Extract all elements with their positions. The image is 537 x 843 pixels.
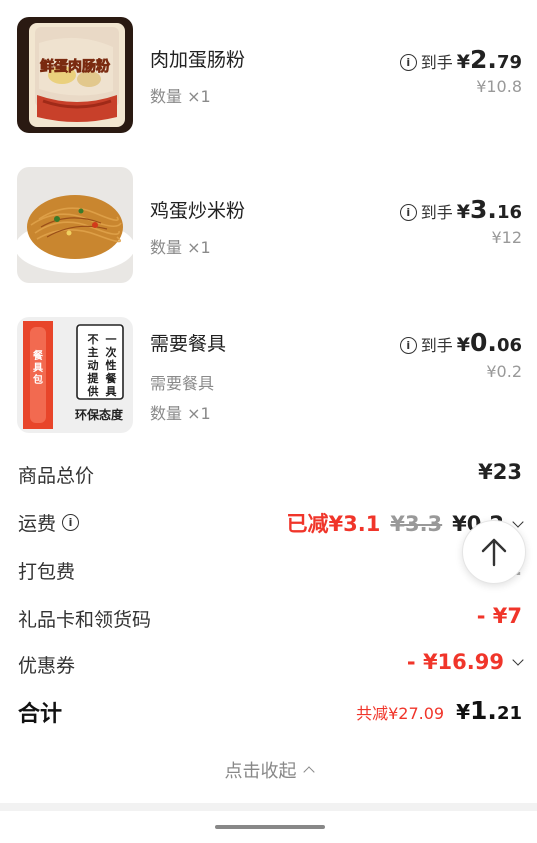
- collapse-label: 点击收起: [224, 761, 297, 782]
- thumb-text: 鲜蛋肉肠粉: [40, 58, 110, 75]
- svg-text:环保态度: 环保态度: [75, 407, 124, 422]
- price-currency: ¥: [456, 51, 471, 73]
- total-saved: 共减¥27.09: [356, 704, 445, 723]
- item-price: i 到手 ¥ 3. 16: [399, 195, 522, 224]
- item-qty: 数量 ×1: [150, 87, 211, 106]
- total-row: 合计 共减¥27.09 ¥ 1. 21: [0, 694, 537, 738]
- price-currency: ¥: [456, 334, 471, 356]
- total-currency: ¥: [456, 700, 471, 724]
- price-prefix: 到手: [420, 336, 453, 355]
- chevron-down-icon[interactable]: [512, 516, 524, 528]
- item-title: 肉加蛋肠粉: [150, 49, 246, 71]
- order-item[interactable]: 鸡蛋炒米粉 数量 ×1 i 到手 ¥ 3. 16 ¥12: [0, 166, 537, 286]
- info-icon[interactable]: i: [399, 337, 417, 354]
- packing-label: 打包费: [18, 561, 76, 583]
- packing-fee-row: 打包费 ¥2: [0, 554, 537, 594]
- price-decimal: 06: [496, 335, 522, 356]
- giftcard-label: 礼品卡和领货码: [18, 609, 152, 631]
- product-image: 鲜蛋肉肠粉: [17, 17, 133, 133]
- svg-text:一: 一: [106, 333, 117, 346]
- svg-text:不: 不: [88, 333, 99, 346]
- shipping-row[interactable]: 运费 i 已减¥3.1 ¥3.3 ¥0.2: [0, 506, 537, 546]
- collapse-toggle[interactable]: 点击收起: [0, 757, 537, 783]
- original-price: ¥0.2: [486, 362, 522, 381]
- original-price: ¥10.8: [476, 77, 522, 96]
- svg-text:餐: 餐: [105, 371, 118, 385]
- svg-text:具: 具: [32, 362, 43, 374]
- item-qty: 数量 ×1: [150, 238, 211, 257]
- info-icon[interactable]: i: [399, 204, 417, 221]
- coupon-label: 优惠券: [18, 655, 76, 677]
- total-label: 合计: [18, 702, 63, 727]
- shipping-original: ¥3.3: [390, 512, 443, 536]
- giftcard-row[interactable]: 礼品卡和领货码 - ¥7: [0, 602, 537, 642]
- goods-total-value: ¥23: [478, 460, 522, 484]
- price-integer: 3.: [470, 195, 497, 224]
- coupon-row[interactable]: 优惠券 - ¥16.99: [0, 648, 537, 688]
- svg-text:主: 主: [88, 345, 99, 359]
- chevron-down-icon[interactable]: [512, 654, 524, 666]
- original-price: ¥12: [491, 228, 522, 247]
- arrow-up-icon: [481, 538, 507, 567]
- section-divider: [0, 803, 537, 811]
- info-icon[interactable]: i: [399, 54, 417, 71]
- item-spec: 需要餐具: [150, 374, 215, 393]
- back-to-top-button[interactable]: [462, 520, 526, 584]
- price-decimal: 79: [496, 52, 522, 73]
- svg-text:动: 动: [88, 358, 99, 372]
- shipping-discount: 已减¥3.1: [286, 512, 381, 536]
- svg-text:提: 提: [88, 371, 100, 385]
- price-prefix: 到手: [420, 203, 453, 222]
- product-image: [17, 167, 133, 283]
- goods-total-row: 商品总价 ¥23: [0, 458, 537, 498]
- item-title: 鸡蛋炒米粉: [150, 200, 246, 222]
- item-price: i 到手 ¥ 2. 79: [399, 45, 522, 74]
- order-item[interactable]: 鲜蛋肉肠粉 肉加蛋肠粉 数量 ×1 i 到手 ¥ 2. 79 ¥10.8: [0, 15, 537, 135]
- price-decimal: 16: [496, 202, 522, 223]
- svg-text:性: 性: [106, 358, 117, 372]
- goods-total-label: 商品总价: [18, 465, 95, 487]
- item-price: i 到手 ¥ 0. 06: [399, 328, 522, 357]
- total-integer: 1.: [470, 696, 497, 725]
- thumb-label: 餐: [32, 349, 44, 362]
- price-integer: 2.: [470, 45, 497, 74]
- giftcard-value: - ¥7: [476, 604, 522, 628]
- svg-text:包: 包: [33, 373, 43, 386]
- svg-text:次: 次: [106, 345, 117, 359]
- order-item[interactable]: 餐 具 包 一 次 性 餐 具 不 主 动 提 供 环保态度 需要餐具 需要餐具…: [0, 316, 537, 436]
- item-title: 需要餐具: [150, 333, 227, 355]
- chevron-up-icon: [302, 766, 315, 778]
- product-image: 餐 具 包 一 次 性 餐 具 不 主 动 提 供 环保态度: [17, 317, 133, 433]
- shipping-label: 运费: [18, 513, 57, 535]
- price-integer: 0.: [470, 328, 497, 357]
- svg-text:供: 供: [87, 384, 99, 398]
- coupon-value: - ¥16.99: [406, 650, 504, 674]
- price-prefix: 到手: [420, 53, 453, 72]
- home-indicator[interactable]: [215, 825, 325, 829]
- total-decimal: 21: [496, 703, 522, 724]
- item-qty: 数量 ×1: [150, 404, 211, 423]
- svg-text:具: 具: [106, 385, 117, 398]
- info-icon[interactable]: i: [62, 514, 80, 531]
- price-currency: ¥: [456, 201, 471, 223]
